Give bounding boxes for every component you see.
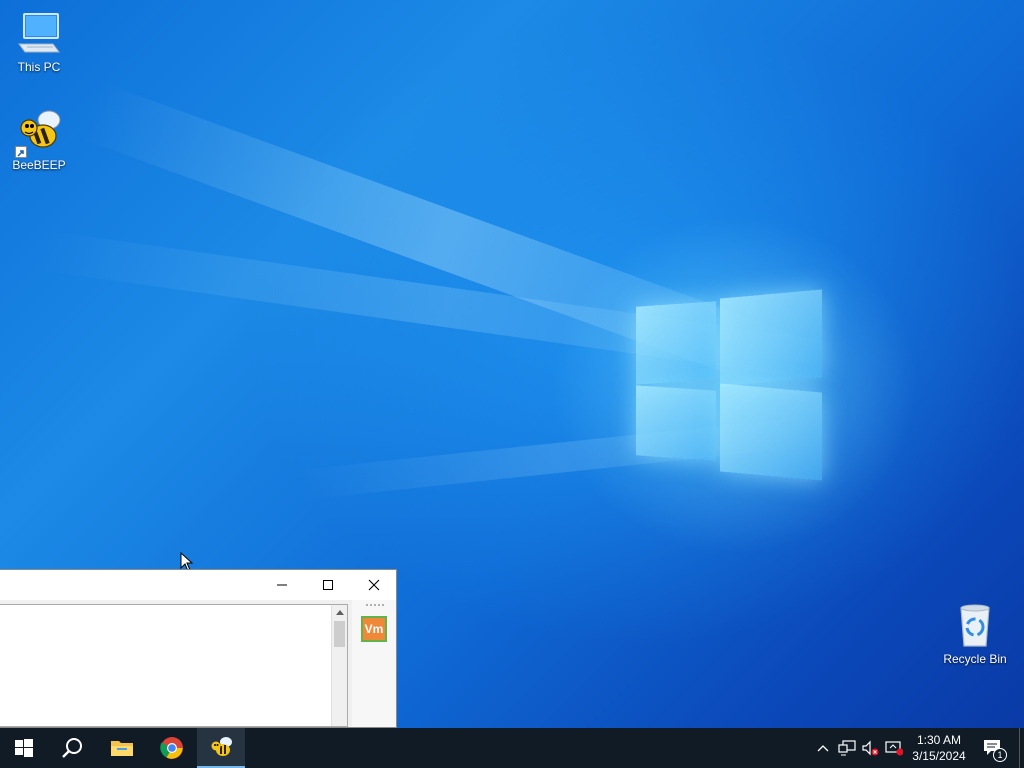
windows-start-icon <box>15 739 33 757</box>
close-button[interactable] <box>351 570 397 600</box>
volume-tray-button[interactable] <box>859 728 881 768</box>
desktop-icon-label: Recycle Bin <box>943 652 1007 666</box>
taskbar: 1:30 AM 3/15/2024 1 <box>0 728 1024 768</box>
chevron-up-icon <box>817 745 829 752</box>
notification-count-badge: 1 <box>993 748 1007 762</box>
taskbar-clock[interactable]: 1:30 AM 3/15/2024 <box>906 732 972 764</box>
desktop-icon-beebeep[interactable]: BeeBEEP <box>1 108 77 172</box>
folder-icon <box>111 741 133 756</box>
vertical-scrollbar[interactable] <box>331 605 347 726</box>
desktop-background: This PC BeeBEEP Recycle Bin Vm <box>0 0 1024 728</box>
computer-icon <box>15 10 63 58</box>
recycle-bin-icon <box>951 602 999 650</box>
minimize-button[interactable] <box>259 570 305 600</box>
volume-muted-icon <box>862 740 879 756</box>
chat-list-pane[interactable] <box>0 604 348 727</box>
drag-handle[interactable] <box>366 604 384 606</box>
show-hidden-icons-button[interactable] <box>812 728 834 768</box>
close-icon <box>368 579 380 591</box>
beebeep-taskbar-button[interactable] <box>197 728 245 768</box>
action-tray-button[interactable] <box>883 728 905 768</box>
shortcut-arrow-icon <box>15 146 27 158</box>
maximize-button[interactable] <box>305 570 351 600</box>
vm-badge-button[interactable]: Vm <box>361 616 387 642</box>
bee-icon <box>15 108 63 158</box>
show-desktop-button[interactable] <box>1019 728 1020 768</box>
desktop-icon-recycle-bin[interactable]: Recycle Bin <box>937 602 1013 666</box>
clock-time: 1:30 AM <box>916 733 962 747</box>
minimize-icon <box>277 584 287 586</box>
maximize-icon <box>323 580 333 590</box>
network-tray-button[interactable] <box>836 728 858 768</box>
scroll-thumb[interactable] <box>334 621 345 647</box>
notification-center-button[interactable]: 1 <box>978 728 1008 768</box>
chrome-button[interactable] <box>148 728 196 768</box>
beebeep-window[interactable]: Vm <box>0 569 397 728</box>
network-icon <box>838 740 856 756</box>
bee-icon <box>211 737 232 756</box>
scroll-up-arrow[interactable] <box>332 605 347 619</box>
search-icon <box>62 738 82 758</box>
chrome-icon <box>160 737 183 759</box>
side-panel: Vm <box>352 600 396 727</box>
desktop-icon-label: BeeBEEP <box>12 158 66 172</box>
window-title-bar[interactable] <box>0 570 396 600</box>
desktop-icon-this-pc[interactable]: This PC <box>1 10 77 74</box>
desktop-icon-label: This PC <box>17 60 61 74</box>
monitor-alert-icon <box>885 741 903 756</box>
clock-date: 3/15/2024 <box>912 749 966 763</box>
window-client-area: Vm <box>0 600 396 727</box>
search-button[interactable] <box>48 728 96 768</box>
windows-logo-wallpaper <box>636 288 826 483</box>
file-explorer-button[interactable] <box>98 728 146 768</box>
start-button[interactable] <box>0 728 48 768</box>
